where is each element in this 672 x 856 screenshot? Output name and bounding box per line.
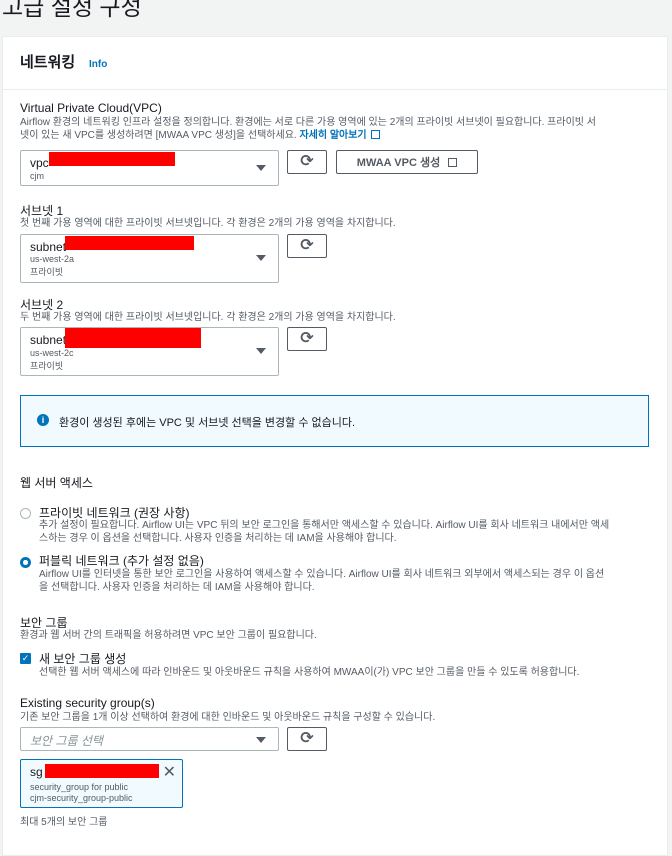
public-network-radio[interactable] xyxy=(20,557,31,568)
networking-panel: 네트워킹 Info Virtual Private Cloud(VPC) Air… xyxy=(2,36,668,856)
redacted-vpc-id xyxy=(49,152,175,166)
create-vpc-button[interactable]: MWAA VPC 생성 xyxy=(336,150,478,174)
security-group-placeholder: 보안 그룹 선택 xyxy=(30,734,103,748)
alert-text: 환경이 생성된 후에는 VPC 및 서브넷 선택을 변경할 수 없습니다. xyxy=(59,417,356,429)
subnet2-description: 두 번째 가용 영역에 대한 프라이빗 서브넷입니다. 각 환경은 2개의 가용… xyxy=(20,312,396,323)
subnet2-az: us-west-2c xyxy=(30,348,74,358)
create-sg-checkbox[interactable]: ✓ xyxy=(20,653,31,664)
token-description: security_group for public xyxy=(30,782,129,792)
redacted-subnet1-id xyxy=(65,236,194,250)
refresh-icon: ⟳ xyxy=(300,237,314,254)
private-network-radio[interactable] xyxy=(20,508,31,519)
vpc-description: Airflow 환경의 네트워킹 인프라 설정을 정의합니다. 환경에는 서로 … xyxy=(20,117,596,141)
vpc-select-sub: cjm xyxy=(30,171,44,181)
token-value: sg xyxy=(30,765,43,779)
security-group-description: 환경과 웹 서버 간의 트래픽을 허용하려면 VPC 보안 그룹이 필요합니다. xyxy=(20,630,317,641)
sg-limit-note: 최대 5개의 보안 그룹 xyxy=(20,817,108,828)
immutable-network-alert: i 환경이 생성된 후에는 VPC 및 서브넷 선택을 변경할 수 없습니다. xyxy=(20,395,649,447)
caret-down-icon xyxy=(256,255,266,261)
external-link-icon xyxy=(370,130,380,139)
subnet1-select[interactable]: subnet us-west-2a 프라이빗 xyxy=(20,234,279,283)
info-link[interactable]: Info xyxy=(89,59,107,70)
caret-down-icon xyxy=(256,348,266,354)
info-icon: i xyxy=(37,414,49,426)
existing-sg-label: Existing security group(s) xyxy=(20,696,155,710)
page-title: 고급 설정 구성 xyxy=(2,0,142,20)
redacted-subnet2-id xyxy=(65,328,201,348)
redacted-sg-id xyxy=(45,764,159,778)
web-access-label: 웹 서버 액세스 xyxy=(20,476,93,490)
vpc-select[interactable]: vpc cjm xyxy=(20,150,279,186)
subnet2-type: 프라이빗 xyxy=(30,361,64,371)
selected-security-group-token: sg security_group for public cjm-securit… xyxy=(20,759,183,808)
create-sg-label[interactable]: 새 보안 그룹 생성 xyxy=(39,650,126,667)
vpc-refresh-button[interactable]: ⟳ xyxy=(287,150,327,174)
vpc-label: Virtual Private Cloud(VPC) xyxy=(20,101,162,115)
caret-down-icon xyxy=(256,165,266,171)
caret-down-icon xyxy=(256,737,266,743)
external-link-icon xyxy=(448,157,458,167)
security-group-select[interactable]: 보안 그룹 선택 xyxy=(20,727,279,751)
refresh-icon: ⟳ xyxy=(300,730,314,747)
token-name: cjm-security_group-public xyxy=(30,793,133,803)
create-vpc-button-label: MWAA VPC 생성 xyxy=(356,157,441,169)
existing-sg-description: 기존 보안 그룹을 1개 이상 선택하여 환경에 대한 인바운드 및 아웃바운드… xyxy=(20,712,436,723)
subnet1-az: us-west-2a xyxy=(30,254,75,264)
subnet2-refresh-button[interactable]: ⟳ xyxy=(287,327,327,351)
refresh-icon: ⟳ xyxy=(300,330,314,347)
subnet1-select-value: subnet xyxy=(30,240,67,254)
panel-title: 네트워킹 xyxy=(20,54,76,71)
create-sg-description: 선택한 웹 서버 액세스에 따라 인바운드 및 아웃바운드 규칙을 사용하여 M… xyxy=(39,667,580,678)
subnet2-select-value: subnet xyxy=(30,333,67,347)
close-icon[interactable]: ✕ xyxy=(163,762,176,782)
public-network-description: Airflow UI를 인터넷을 통한 보안 로그인을 사용하여 액세스할 수 … xyxy=(39,569,605,593)
subnet1-description: 첫 번째 가용 영역에 대한 프라이빗 서브넷입니다. 각 환경은 2개의 가용… xyxy=(20,218,396,229)
vpc-select-value: vpc xyxy=(30,156,49,170)
subnet1-type: 프라이빗 xyxy=(30,267,64,277)
subnet1-refresh-button[interactable]: ⟳ xyxy=(287,234,327,258)
public-network-title[interactable]: 퍼블릭 네트워크 (추가 설정 없음) xyxy=(39,552,204,569)
panel-divider xyxy=(3,89,667,90)
sg-refresh-button[interactable]: ⟳ xyxy=(287,727,327,751)
learn-more-link[interactable]: 자세히 알아보기 xyxy=(299,130,380,141)
private-network-description: 추가 설정이 필요합니다. Airflow UI는 VPC 뒤의 보안 로그인을… xyxy=(39,520,610,544)
subnet2-select[interactable]: subnet us-west-2c 프라이빗 xyxy=(20,327,279,376)
refresh-icon: ⟳ xyxy=(300,153,314,170)
